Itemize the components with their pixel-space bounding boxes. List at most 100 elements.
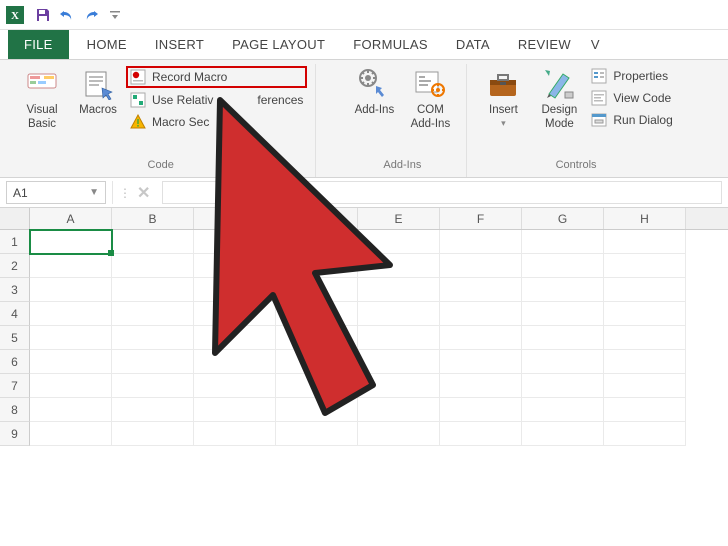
cell-A6[interactable] (30, 350, 112, 374)
col-header-d[interactable]: D (276, 208, 358, 229)
cell-D3[interactable] (276, 278, 358, 302)
cell-B9[interactable] (112, 422, 194, 446)
col-header-g[interactable]: G (522, 208, 604, 229)
cell-B2[interactable] (112, 254, 194, 278)
tab-insert[interactable]: INSERT (141, 31, 218, 58)
cell-F2[interactable] (440, 254, 522, 278)
cell-B4[interactable] (112, 302, 194, 326)
cell-B1[interactable] (112, 230, 194, 254)
cell-D5[interactable] (276, 326, 358, 350)
cell-F1[interactable] (440, 230, 522, 254)
cell-C7[interactable] (194, 374, 276, 398)
cell-E2[interactable] (358, 254, 440, 278)
cell-C8[interactable] (194, 398, 276, 422)
row-header-9[interactable]: 9 (0, 422, 30, 446)
cell-E8[interactable] (358, 398, 440, 422)
cell-C1[interactable] (194, 230, 276, 254)
cell-G4[interactable] (522, 302, 604, 326)
cell-G9[interactable] (522, 422, 604, 446)
tab-formulas[interactable]: FORMULAS (339, 31, 442, 58)
tab-overflow[interactable]: V (585, 31, 606, 58)
cell-H7[interactable] (604, 374, 686, 398)
cell-A7[interactable] (30, 374, 112, 398)
cell-E1[interactable] (358, 230, 440, 254)
visual-basic-button[interactable]: Visual Basic (14, 64, 70, 136)
row-header-4[interactable]: 4 (0, 302, 30, 326)
cell-C5[interactable] (194, 326, 276, 350)
cell-F7[interactable] (440, 374, 522, 398)
cell-F9[interactable] (440, 422, 522, 446)
tab-home[interactable]: HOME (73, 31, 141, 58)
macro-security-button[interactable]: Macro Sec (126, 112, 307, 132)
col-header-e[interactable]: E (358, 208, 440, 229)
name-box[interactable]: A1 ▼ (6, 181, 106, 204)
row-header-5[interactable]: 5 (0, 326, 30, 350)
cell-D9[interactable] (276, 422, 358, 446)
cell-F4[interactable] (440, 302, 522, 326)
record-macro-button[interactable]: Record Macro (126, 66, 307, 88)
chevron-down-icon[interactable]: ▼ (89, 187, 99, 198)
cell-B5[interactable] (112, 326, 194, 350)
insert-controls-button[interactable]: Insert ▾ (475, 64, 531, 133)
qat-customize-dropdown[interactable] (104, 4, 126, 26)
cell-E3[interactable] (358, 278, 440, 302)
use-relative-references-button[interactable]: Use Relativ ferences (126, 90, 307, 110)
addins-button[interactable]: Add-Ins (346, 64, 402, 122)
cell-H1[interactable] (604, 230, 686, 254)
cell-B7[interactable] (112, 374, 194, 398)
cell-C2[interactable] (194, 254, 276, 278)
run-dialog-button[interactable]: Run Dialog (587, 110, 676, 130)
cell-D2[interactable] (276, 254, 358, 278)
save-button[interactable] (32, 4, 54, 26)
cell-C6[interactable] (194, 350, 276, 374)
cell-A3[interactable] (30, 278, 112, 302)
cell-B8[interactable] (112, 398, 194, 422)
cell-G3[interactable] (522, 278, 604, 302)
cell-G2[interactable] (522, 254, 604, 278)
cell-H8[interactable] (604, 398, 686, 422)
cell-B3[interactable] (112, 278, 194, 302)
col-header-a[interactable]: A (30, 208, 112, 229)
cell-E5[interactable] (358, 326, 440, 350)
cell-H2[interactable] (604, 254, 686, 278)
cell-A8[interactable] (30, 398, 112, 422)
cell-F3[interactable] (440, 278, 522, 302)
cell-C3[interactable] (194, 278, 276, 302)
cell-H9[interactable] (604, 422, 686, 446)
cell-A9[interactable] (30, 422, 112, 446)
cell-E9[interactable] (358, 422, 440, 446)
cell-H3[interactable] (604, 278, 686, 302)
row-header-7[interactable]: 7 (0, 374, 30, 398)
row-header-2[interactable]: 2 (0, 254, 30, 278)
cell-G1[interactable] (522, 230, 604, 254)
com-addins-button[interactable]: COM Add-Ins (402, 64, 458, 136)
view-code-button[interactable]: View Code (587, 88, 676, 108)
cell-F5[interactable] (440, 326, 522, 350)
tab-review[interactable]: REVIEW (504, 31, 585, 58)
tab-file[interactable]: FILE (8, 30, 69, 59)
properties-button[interactable]: Properties (587, 66, 676, 86)
cell-H5[interactable] (604, 326, 686, 350)
cell-G6[interactable] (522, 350, 604, 374)
cell-C9[interactable] (194, 422, 276, 446)
col-header-b[interactable]: B (112, 208, 194, 229)
cell-E4[interactable] (358, 302, 440, 326)
formula-input[interactable] (162, 181, 722, 204)
cell-F8[interactable] (440, 398, 522, 422)
cell-B6[interactable] (112, 350, 194, 374)
tab-data[interactable]: DATA (442, 31, 504, 58)
cell-F6[interactable] (440, 350, 522, 374)
cell-C4[interactable] (194, 302, 276, 326)
cell-G8[interactable] (522, 398, 604, 422)
select-all-corner[interactable] (0, 208, 30, 229)
cell-G5[interactable] (522, 326, 604, 350)
cell-A1[interactable] (30, 230, 112, 254)
row-header-1[interactable]: 1 (0, 230, 30, 254)
redo-button[interactable] (80, 4, 102, 26)
cell-D6[interactable] (276, 350, 358, 374)
cell-H4[interactable] (604, 302, 686, 326)
cell-D8[interactable] (276, 398, 358, 422)
tab-page-layout[interactable]: PAGE LAYOUT (218, 31, 339, 58)
cell-A4[interactable] (30, 302, 112, 326)
cell-D1[interactable] (276, 230, 358, 254)
